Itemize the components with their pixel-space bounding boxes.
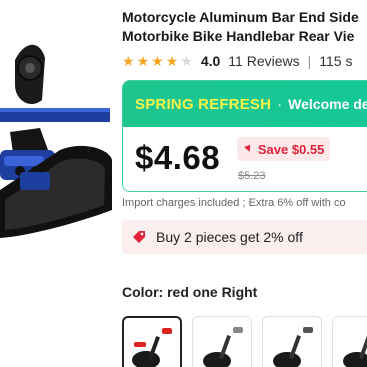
rating-row[interactable]: ★ ★ ★ ★ ★ 4.0 11 Reviews | 115 s — [122, 52, 352, 70]
mirror-thumbnail — [203, 327, 243, 367]
promo-banner[interactable]: SPRING REFRESH · Welcome de — [123, 81, 367, 127]
bulk-discount-banner[interactable]: Buy 2 pieces get 2% off — [122, 220, 367, 254]
star-rating: ★ ★ ★ ★ ★ — [122, 54, 193, 68]
promo-welcome: Welcome de — [288, 96, 367, 112]
color-swatches — [122, 316, 367, 367]
promo-price-box: SPRING REFRESH · Welcome de $4.68 ▼ Save… — [122, 80, 367, 192]
tag-icon — [132, 230, 146, 244]
sold-count: 115 s — [319, 53, 353, 69]
star-icon: ★ — [136, 53, 150, 69]
color-swatch[interactable] — [332, 316, 367, 367]
bulk-discount-text: Buy 2 pieces get 2% off — [156, 229, 303, 245]
promo-tag: SPRING REFRESH — [135, 95, 272, 113]
current-price: $4.68 — [135, 139, 221, 176]
reviews-link[interactable]: 11 Reviews — [228, 53, 299, 69]
color-selected-value: red one Right — [167, 284, 258, 300]
arrow-down-icon: ▼ — [241, 141, 256, 157]
color-swatch[interactable] — [262, 316, 322, 367]
product-title-line-1: Motorcycle Aluminum Bar End Side — [122, 9, 359, 25]
color-swatch[interactable] — [192, 316, 252, 367]
separator: | — [307, 53, 312, 69]
star-empty-icon: ★ — [180, 53, 193, 69]
color-label-key: Color: — [122, 284, 164, 300]
product-title-line-2: Motorbike Bike Handlebar Rear Vie — [122, 28, 355, 44]
original-price: $5.23 — [238, 170, 266, 182]
color-swatch-selected[interactable] — [122, 316, 182, 367]
star-icon: ★ — [122, 53, 135, 69]
mirror-thumbnail — [273, 327, 313, 367]
mirror-red-thumbnail — [132, 328, 172, 367]
star-icon: ★ — [151, 53, 164, 69]
promo-dot: · — [277, 95, 283, 113]
save-amount: Save $0.55 — [257, 141, 325, 157]
price-area: $4.68 ▼ Save $0.55 $5.23 — [123, 127, 367, 191]
mirror-thumbnail — [343, 335, 367, 367]
star-icon: ★ — [165, 53, 179, 69]
product-image[interactable] — [0, 0, 112, 240]
product-details: Motorcycle Aluminum Bar End Side Motorbi… — [122, 0, 367, 367]
product-title: Motorcycle Aluminum Bar End Side Motorbi… — [122, 8, 367, 46]
save-badge: ▼ Save $0.55 — [237, 137, 331, 161]
rating-value: 4.0 — [200, 53, 221, 69]
import-note: Import charges included ; Extra 6% off w… — [122, 197, 346, 209]
mirror-product-illustration — [0, 44, 112, 238]
color-label: Color: red one Right — [122, 284, 257, 300]
